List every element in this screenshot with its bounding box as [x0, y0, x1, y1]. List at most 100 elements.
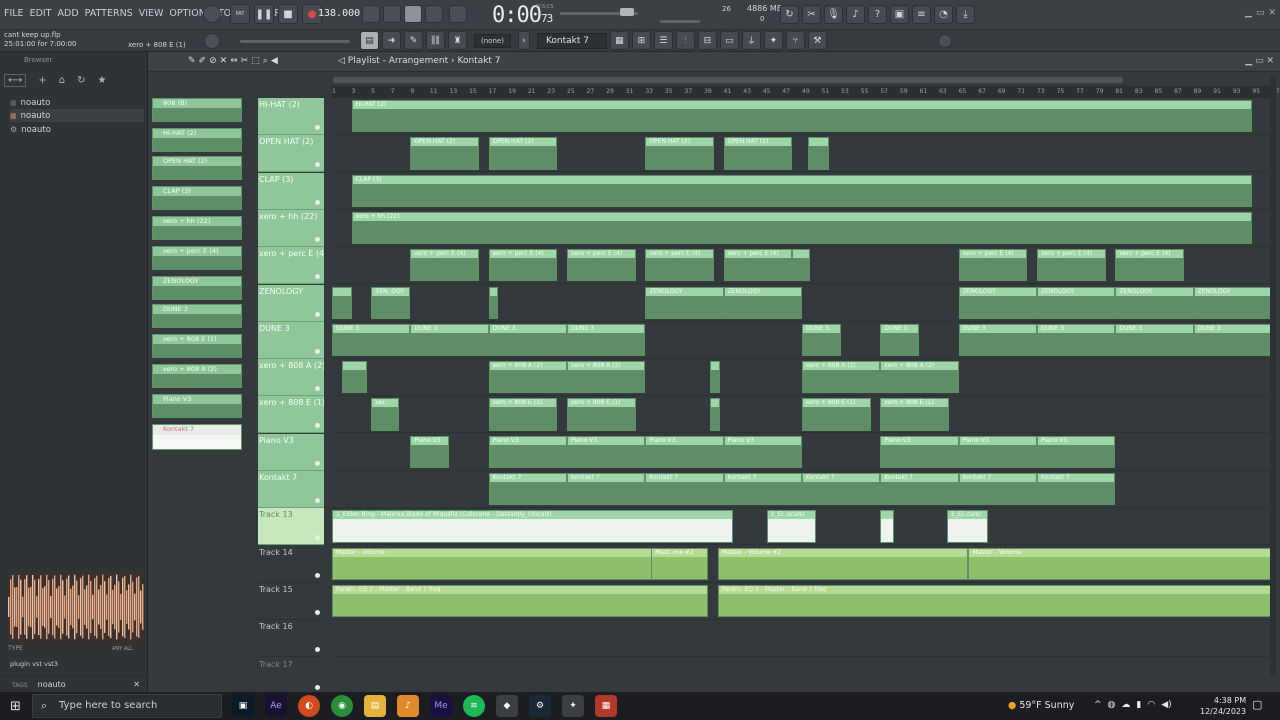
- pattern-picker-item[interactable]: CLAP (3): [152, 186, 242, 210]
- track-mute-icon[interactable]: [315, 236, 320, 242]
- playback-tool-icon[interactable]: ◀: [271, 56, 278, 66]
- playlist-clip[interactable]: OPEN HAT (2): [645, 137, 714, 170]
- playlist-clip[interactable]: DUNE 3: [488, 323, 567, 357]
- playlist-clip[interactable]: DUNE 3: [1037, 323, 1116, 357]
- playlist-clip[interactable]: DUNE 3: [410, 323, 489, 357]
- metronome-icon[interactable]: [362, 5, 380, 23]
- firefox-icon[interactable]: ◐: [298, 695, 320, 717]
- tags-value[interactable]: noauto: [38, 680, 66, 689]
- playlist-clip[interactable]: Kontakt 7: [802, 473, 881, 506]
- playlist-clip[interactable]: DUNE 3: [1115, 323, 1194, 357]
- track-header[interactable]: Track 13: [258, 508, 324, 546]
- close-tags-icon[interactable]: ✕: [133, 680, 140, 689]
- playlist-clip[interactable]: xero + 808 A (2): [567, 361, 646, 394]
- taskbar-clock[interactable]: 4:38 PM 12/24/2023: [1200, 695, 1246, 717]
- playlist-clip[interactable]: [709, 398, 720, 431]
- pattern-picker-item[interactable]: xero + perc E (4): [152, 246, 242, 270]
- playlist-clip[interactable]: Kontakt 7: [567, 473, 646, 506]
- any-toggle[interactable]: ANY ALL: [112, 646, 133, 652]
- volume-icon[interactable]: ◀): [1161, 700, 1171, 710]
- snap-select[interactable]: (none): [474, 33, 511, 48]
- pattern-picker-item[interactable]: OPEN HAT (2): [152, 156, 242, 180]
- playlist-clip[interactable]: xero + 808 E (1): [880, 398, 949, 431]
- menu-item-add[interactable]: ADD: [58, 8, 79, 19]
- playlist-clip[interactable]: Piano V3: [723, 435, 802, 468]
- tag-icon[interactable]: ⌂: [59, 75, 65, 86]
- browser-item[interactable]: ▦ noauto: [10, 96, 144, 109]
- browser-item[interactable]: ⚙ noauto: [10, 123, 144, 136]
- playlist-clip[interactable]: xero + perc E (4): [488, 249, 558, 282]
- playlist-clip[interactable]: Piano V3: [645, 435, 724, 468]
- fl-studio-icon[interactable]: ♪: [397, 695, 419, 717]
- track-mute-icon[interactable]: [315, 274, 320, 280]
- plugin-icon[interactable]: ⊟: [697, 31, 717, 50]
- timeline-ruler[interactable]: 1 3 5 7 9 11 13 15 17 19 21 23 25 27 29 31 33 35 37 39 41 43 4…: [332, 86, 1280, 98]
- piano-roll-icon[interactable]: ▦: [609, 31, 629, 50]
- playlist-clip[interactable]: Mast..me #2: [651, 547, 708, 580]
- pattern-picker-item[interactable]: HI-HAT (2): [152, 128, 242, 152]
- playlist-clip[interactable]: [807, 137, 830, 170]
- playlist-clip[interactable]: Kontakt 7: [645, 473, 724, 506]
- playlist-clip[interactable]: ZENOLOGY: [723, 286, 802, 319]
- mixer-view-icon[interactable]: ☰: [653, 31, 673, 50]
- playlist-clip[interactable]: [792, 249, 810, 282]
- vertical-scrollbar[interactable]: [1270, 76, 1276, 676]
- track-lane[interactable]: [332, 620, 1272, 658]
- close-icon[interactable]: ✕: [1268, 8, 1276, 18]
- mixer-icon[interactable]: ≡: [912, 5, 931, 24]
- countdown-icon[interactable]: [404, 5, 422, 23]
- plug-icon[interactable]: ⏚: [741, 31, 761, 50]
- download-icon[interactable]: ⤓: [956, 5, 975, 24]
- track-header[interactable]: Track 15: [258, 582, 324, 620]
- pattern-picker-item[interactable]: xero + 808 A (2): [152, 364, 242, 388]
- playlist-clip[interactable]: ZEN..OGY: [371, 286, 411, 319]
- cables-icon[interactable]: ⑂: [785, 31, 805, 50]
- track-header[interactable]: xero + 808 E (1): [258, 396, 324, 434]
- playlist-clip[interactable]: Kontakt 7: [958, 473, 1037, 506]
- pattern-picker-item[interactable]: 808 (B): [152, 98, 242, 122]
- pattern-picker-item[interactable]: Kontakt 7: [152, 424, 242, 450]
- browser-item[interactable]: ▦ noauto: [10, 109, 144, 122]
- notification-icon[interactable]: ▢: [1252, 698, 1262, 711]
- pattern-picker-item[interactable]: ZENOLOGY: [152, 276, 242, 300]
- loop-icon[interactable]: [203, 5, 221, 23]
- playlist-clip[interactable]: [332, 286, 352, 319]
- media-encoder-icon[interactable]: Me: [430, 695, 452, 717]
- playlist-clip[interactable]: xero + perc E (4): [567, 249, 636, 282]
- pitch-slider[interactable]: [240, 40, 350, 43]
- arrow-icon[interactable]: ➜: [382, 31, 401, 50]
- playlist-clip[interactable]: Piano V3: [410, 435, 450, 468]
- playlist-clip[interactable]: OPEN HAT (2): [410, 137, 479, 170]
- track-mute-icon[interactable]: [315, 162, 320, 168]
- playlist-clip[interactable]: xero + 808 E (1): [802, 398, 871, 431]
- playlist-clip[interactable]: Piano V3: [958, 435, 1037, 468]
- stop-button[interactable]: ■: [278, 4, 298, 24]
- playlist-clip[interactable]: [488, 286, 499, 319]
- chrome-icon[interactable]: ◉: [331, 695, 353, 717]
- playlist-clip[interactable]: xero + 808 A (2): [488, 361, 567, 394]
- battery-icon[interactable]: ▮: [1136, 700, 1141, 710]
- refresh-browser-icon[interactable]: ↻: [77, 75, 85, 86]
- mute-tool-icon[interactable]: ✕: [220, 56, 228, 66]
- track-header[interactable]: xero + hh (22): [258, 209, 324, 247]
- after-effects-icon[interactable]: Ae: [265, 695, 287, 717]
- back-icon[interactable]: ⟷: [4, 74, 27, 87]
- wait-icon[interactable]: [383, 5, 401, 23]
- playlist-clip[interactable]: Kontakt 7: [723, 473, 802, 506]
- playlist-clip[interactable]: ZENOLOGY: [645, 286, 724, 319]
- pause-button[interactable]: ❚❚: [254, 4, 274, 24]
- playlist-clip[interactable]: xero + perc E (4): [958, 249, 1028, 282]
- chat-icon[interactable]: ◔: [934, 5, 953, 24]
- playlist-clip[interactable]: OPEN HAT (2): [488, 137, 558, 170]
- track-header[interactable]: ZENOLOGY: [258, 284, 324, 322]
- track-mute-icon[interactable]: [315, 386, 320, 392]
- playlist-icon[interactable]: ▤: [360, 31, 379, 50]
- cloud-icon[interactable]: ☁: [1121, 700, 1130, 710]
- playlist-clip[interactable]: Master - Volume: [968, 547, 1272, 580]
- playlist-clip[interactable]: DUNE 3: [332, 323, 411, 357]
- wand-icon[interactable]: ✦: [763, 31, 783, 50]
- playlist-clip[interactable]: DUNE 3: [958, 323, 1037, 357]
- track-header[interactable]: Track 14: [258, 545, 324, 583]
- sliders-icon[interactable]: ⫶: [675, 31, 695, 50]
- slice-tool-icon[interactable]: ✂: [241, 56, 249, 66]
